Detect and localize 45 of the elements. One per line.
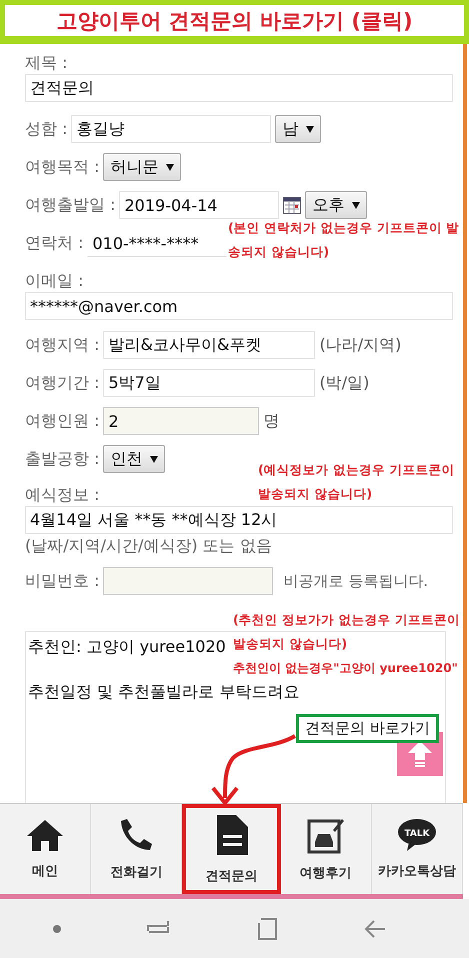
field-label: 이메일 : xyxy=(25,270,84,292)
dot-icon[interactable] xyxy=(53,925,62,933)
nav-tab[interactable]: 견적문의 xyxy=(182,804,281,894)
airport-select[interactable]: 인천 xyxy=(103,445,166,473)
field-label: 여행기간 : xyxy=(25,372,100,394)
up-arrow-icon xyxy=(407,740,433,768)
hint-text: 비공개로 등록됩니다. xyxy=(283,572,428,590)
field-label: 여행출발일 : xyxy=(25,194,116,216)
field-label: 비밀번호 : xyxy=(25,570,100,592)
wedding-field[interactable]: 4월14일 서울 **동 **예식장 12시 xyxy=(25,506,453,534)
region-field[interactable]: 발리&코사무이&푸켓 xyxy=(103,331,316,359)
name-field[interactable]: 홍길냥 xyxy=(71,115,272,143)
hint-text: (날짜/지역/시간/예식장) 또는 없음 xyxy=(25,536,272,556)
link-banner[interactable]: 고양이투어 견적문의 바로가기 (클릭) xyxy=(0,0,469,44)
people-field[interactable]: 2 xyxy=(103,407,260,435)
field-label: 여행지역 : xyxy=(25,334,100,356)
home-icon xyxy=(25,818,66,852)
warning-note: (본인 연락처가 없는경우 기프트콘이 발송되지 않습니다) xyxy=(228,219,460,261)
purpose-select[interactable]: 허니문 xyxy=(103,153,182,181)
message-text: 추천일정 및 추천풀빌라로 부탁드려요 xyxy=(28,682,300,701)
email-field[interactable]: ******@naver.com xyxy=(25,292,453,320)
unit-label: 명 xyxy=(263,410,280,432)
gender-select[interactable]: 남 xyxy=(275,115,322,143)
calendar-icon[interactable] xyxy=(283,196,302,214)
field-label: 연락처 : xyxy=(25,232,84,254)
field-label: 제목 : xyxy=(25,52,68,74)
car-review-icon xyxy=(306,816,345,854)
field-label: 여행인원 : xyxy=(25,410,100,432)
subject-field[interactable]: 견적문의 xyxy=(25,74,453,102)
message-text: 추천인: 고양이 yuree1020 xyxy=(28,637,226,656)
field-label: 여행목적 : xyxy=(25,156,100,178)
shortcut-callout: 견적문의 바로가기 xyxy=(296,714,439,743)
unit-label: (박/일) xyxy=(319,372,370,394)
field-label: 예식정보 : xyxy=(25,484,100,506)
warning-note: (추천인 정보가가 없는경우 기프트콘이 발송되지 않습니다) xyxy=(233,611,461,653)
date-field[interactable]: 2019-04-14 xyxy=(119,191,280,219)
field-label: 성함 : xyxy=(25,118,68,140)
warning-note: 추천인이 없는경우"고양이 yuree1020" xyxy=(233,660,458,677)
warning-note: (예식정보가 없는경우 기프트콘이 발송되지 않습니다) xyxy=(258,461,456,503)
field-label: 출발공항 : xyxy=(25,448,100,470)
back-icon[interactable] xyxy=(364,919,386,939)
password-field[interactable] xyxy=(103,567,274,595)
duration-field[interactable]: 5박7일 xyxy=(103,369,316,397)
unit-label: (나라/지역) xyxy=(319,334,402,356)
period-select[interactable]: 오후 xyxy=(305,191,368,219)
